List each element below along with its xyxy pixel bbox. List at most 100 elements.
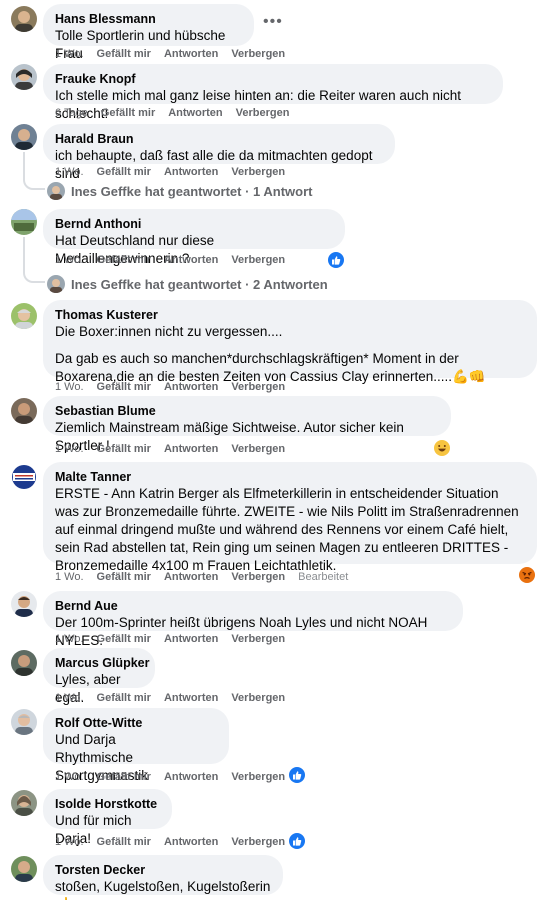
comment-author[interactable]: Sebastian Blume bbox=[55, 403, 439, 419]
comment-author[interactable]: Frauke Knopf bbox=[55, 71, 491, 87]
replies-summary[interactable]: Ines Geffke hat geantwortet · 1 Antwort bbox=[71, 184, 313, 199]
haha-reaction-icon[interactable] bbox=[434, 440, 450, 456]
hide-button[interactable]: Verbergen bbox=[231, 570, 285, 584]
hide-button[interactable]: Verbergen bbox=[231, 835, 285, 849]
avatar[interactable] bbox=[11, 709, 37, 735]
comment-actions: 1 Wo. Gefällt mir Antworten Verbergen bbox=[55, 691, 285, 705]
like-button[interactable]: Gefällt mir bbox=[97, 380, 151, 394]
avatar[interactable] bbox=[11, 303, 37, 329]
avatar[interactable] bbox=[11, 124, 37, 150]
hide-button[interactable]: Verbergen bbox=[231, 380, 285, 394]
reply-button[interactable]: Antworten bbox=[164, 632, 218, 646]
like-button[interactable]: Gefällt mir bbox=[101, 106, 155, 120]
timestamp[interactable]: 1 Wo. bbox=[55, 691, 84, 705]
hide-button[interactable]: Verbergen bbox=[231, 253, 285, 267]
timestamp[interactable]: 1 Wo. bbox=[55, 253, 84, 267]
like-button[interactable]: Gefällt mir bbox=[97, 442, 151, 456]
comment-actions: 1 Wo. Gefällt mir Antworten Verbergen Be… bbox=[55, 570, 348, 584]
comment-text: Die Boxer:innen nicht zu vergessen.... bbox=[55, 324, 283, 339]
like-button[interactable]: Gefällt mir bbox=[97, 165, 151, 179]
avatar[interactable] bbox=[11, 64, 37, 90]
comment-actions: 1 Wo. Gefällt mir Antworten Verbergen bbox=[55, 770, 285, 784]
like-button[interactable]: Gefällt mir bbox=[97, 570, 151, 584]
avatar[interactable] bbox=[11, 6, 37, 32]
thread-line bbox=[23, 237, 45, 283]
edited-label: Bearbeitet bbox=[298, 571, 349, 583]
reply-button[interactable]: Antworten bbox=[164, 442, 218, 456]
comment-bubble: Rolf Otte-Witte Und Darja Rhythmische Sp… bbox=[43, 708, 229, 783]
hide-button[interactable]: Verbergen bbox=[231, 165, 285, 179]
comment-author[interactable]: Isolde Horstkotte bbox=[55, 796, 160, 812]
timestamp[interactable]: 1 Wo. bbox=[55, 380, 84, 394]
reply-button[interactable]: Antworten bbox=[164, 691, 218, 705]
timestamp[interactable]: 1 Wo. bbox=[55, 442, 84, 456]
comment-actions: 1 Wo. Gefällt mir Antworten Verbergen bbox=[55, 442, 285, 456]
avatar[interactable] bbox=[11, 650, 37, 676]
avatar[interactable] bbox=[11, 856, 37, 882]
reply-button[interactable]: Antworten bbox=[164, 380, 218, 394]
replies-summary[interactable]: Ines Geffke hat geantwortet · 2 Antworte… bbox=[71, 277, 328, 292]
comment-actions: 1 Wo. Gefällt mir Antworten Verbergen bbox=[55, 253, 285, 267]
like-reaction-icon[interactable] bbox=[328, 252, 344, 268]
timestamp[interactable]: 1 Wo. bbox=[55, 770, 84, 784]
reply-button[interactable]: Antworten bbox=[168, 106, 222, 120]
comment-bubble: Thomas Kusterer Die Boxer:innen nicht zu… bbox=[43, 300, 537, 384]
comment-author[interactable]: Bernd Anthoni bbox=[55, 216, 333, 232]
avatar[interactable] bbox=[11, 209, 37, 235]
hide-button[interactable]: Verbergen bbox=[231, 632, 285, 646]
like-button[interactable]: Gefällt mir bbox=[97, 835, 151, 849]
comment-text: ERSTE - Ann Katrin Berger als Elfmeterki… bbox=[55, 486, 519, 573]
timestamp[interactable]: 1 Wo. bbox=[55, 632, 84, 646]
comment-bubble: Malte Tanner ERSTE - Ann Katrin Berger a… bbox=[43, 462, 537, 573]
comment-author[interactable]: Bernd Aue bbox=[55, 598, 451, 614]
comment-bubble: Harald Braun ich behaupte, daß fast alle… bbox=[43, 124, 395, 181]
hide-button[interactable]: Verbergen bbox=[236, 106, 290, 120]
avatar[interactable] bbox=[11, 591, 37, 617]
reply-button[interactable]: Antworten bbox=[164, 835, 218, 849]
comment-bubble: Frauke Knopf Ich stelle mich mal ganz le… bbox=[43, 64, 503, 121]
avatar bbox=[47, 182, 65, 200]
comment-feed: Hans Blessmann Tolle Sportlerin und hübs… bbox=[0, 0, 554, 900]
like-reaction-icon[interactable] bbox=[289, 833, 305, 849]
hide-button[interactable]: Verbergen bbox=[231, 442, 285, 456]
timestamp[interactable]: 1 Wo. bbox=[55, 835, 84, 849]
comment-actions: 1 Wo. Gefällt mir Antworten Verbergen bbox=[55, 835, 285, 849]
comment-author[interactable]: Harald Braun bbox=[55, 131, 383, 147]
angry-reaction-icon[interactable] bbox=[519, 567, 535, 583]
timestamp[interactable]: 1 Wo. bbox=[55, 570, 84, 584]
like-button[interactable]: Gefällt mir bbox=[97, 632, 151, 646]
avatar[interactable] bbox=[11, 790, 37, 816]
comment-author[interactable]: Rolf Otte-Witte bbox=[55, 715, 217, 731]
more-horizontal-icon[interactable]: ••• bbox=[263, 14, 283, 30]
comment-author[interactable]: Malte Tanner bbox=[55, 469, 525, 485]
thread-line bbox=[23, 152, 45, 190]
like-reaction-icon[interactable] bbox=[289, 767, 305, 783]
avatar[interactable] bbox=[11, 398, 37, 424]
comment-author[interactable]: Torsten Decker bbox=[55, 862, 271, 878]
hide-button[interactable]: Verbergen bbox=[231, 47, 285, 61]
reply-button[interactable]: Antworten bbox=[164, 165, 218, 179]
like-button[interactable]: Gefällt mir bbox=[97, 770, 151, 784]
like-button[interactable]: Gefällt mir bbox=[97, 691, 151, 705]
reply-button[interactable]: Antworten bbox=[164, 253, 218, 267]
comment-bubble: Marcus Glüpker Lyles, aber egal. bbox=[43, 648, 155, 705]
view-replies-link[interactable]: Ines Geffke hat geantwortet · 1 Antwort bbox=[47, 182, 313, 200]
comment-actions: 1 Wo. Gefällt mir Antworten Verbergen bbox=[55, 380, 285, 394]
reply-button[interactable]: Antworten bbox=[164, 570, 218, 584]
reply-button[interactable]: Antworten bbox=[164, 770, 218, 784]
comment-author[interactable]: Thomas Kusterer bbox=[55, 307, 525, 323]
like-button[interactable]: Gefällt mir bbox=[97, 47, 151, 61]
timestamp[interactable]: 6 Tage bbox=[55, 106, 88, 120]
like-button[interactable]: Gefällt mir bbox=[97, 253, 151, 267]
comment-author[interactable]: Marcus Glüpker bbox=[55, 655, 149, 671]
hide-button[interactable]: Verbergen bbox=[231, 770, 285, 784]
comment-author[interactable]: Hans Blessmann bbox=[55, 11, 242, 27]
timestamp[interactable]: 1 Wo. bbox=[55, 165, 84, 179]
avatar[interactable] bbox=[11, 464, 37, 490]
comment-bubble: Hans Blessmann Tolle Sportlerin und hübs… bbox=[43, 4, 254, 61]
comment-text: stoßen, Kugelstoßen, Kugelstoßerin ☝️ bbox=[55, 879, 271, 900]
reply-button[interactable]: Antworten bbox=[164, 47, 218, 61]
hide-button[interactable]: Verbergen bbox=[231, 691, 285, 705]
timestamp[interactable]: 1 Wo. bbox=[55, 47, 84, 61]
view-replies-link[interactable]: Ines Geffke hat geantwortet · 2 Antworte… bbox=[47, 275, 328, 293]
